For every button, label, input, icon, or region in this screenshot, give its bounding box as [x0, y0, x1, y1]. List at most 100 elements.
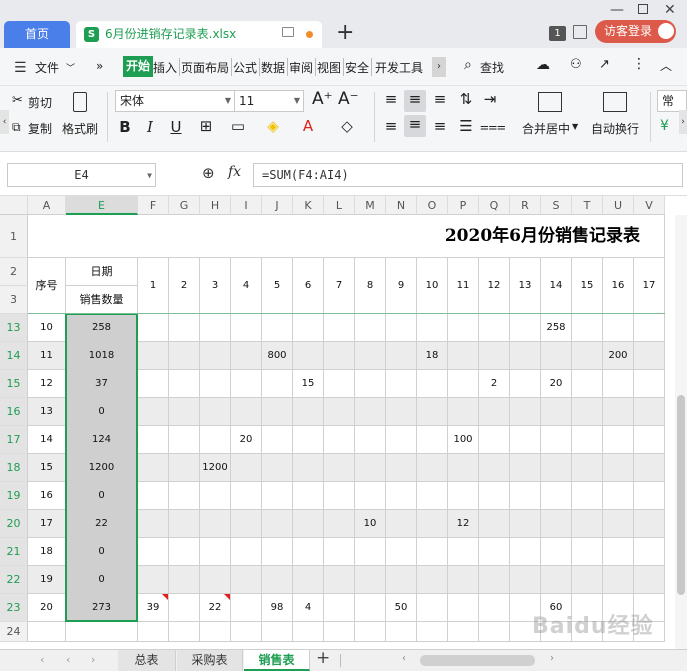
row-header[interactable]: 16 [0, 398, 28, 426]
day-value-cell[interactable] [231, 482, 262, 510]
menu-review[interactable]: 审阅 [289, 59, 313, 76]
header-day-cell[interactable]: 9 [386, 258, 417, 314]
seq-cell[interactable]: 10 [28, 314, 66, 342]
day-value-cell[interactable] [603, 314, 634, 342]
header-day-cell[interactable]: 11 [448, 258, 479, 314]
align-center-icon[interactable]: ≡ [404, 115, 426, 137]
day-value-cell[interactable] [138, 454, 169, 482]
day-value-cell[interactable] [541, 538, 572, 566]
day-value-cell[interactable] [169, 370, 200, 398]
seq-cell[interactable]: 14 [28, 426, 66, 454]
column-header[interactable]: H [200, 196, 231, 215]
day-value-cell[interactable] [169, 342, 200, 370]
seq-cell[interactable]: 16 [28, 482, 66, 510]
toolbar-left-icon[interactable]: ‹ [0, 110, 9, 134]
day-value-cell[interactable] [479, 314, 510, 342]
day-value-cell[interactable] [510, 482, 541, 510]
currency-icon[interactable]: ¥ [660, 118, 669, 134]
day-value-cell[interactable] [169, 510, 200, 538]
header-day-cell[interactable]: 12 [479, 258, 510, 314]
day-value-cell[interactable]: 100 [448, 426, 479, 454]
day-value-cell[interactable] [479, 566, 510, 594]
day-value-cell[interactable] [169, 482, 200, 510]
hamburger-icon[interactable]: ☰ [14, 60, 27, 76]
day-value-cell[interactable] [386, 538, 417, 566]
search-icon[interactable]: ⌕ [464, 57, 472, 73]
day-value-cell[interactable] [603, 566, 634, 594]
day-value-cell[interactable] [541, 426, 572, 454]
merge-center-icon[interactable] [538, 92, 562, 112]
day-value-cell[interactable] [355, 538, 386, 566]
column-header[interactable]: N [386, 196, 417, 215]
day-value-cell[interactable] [293, 482, 324, 510]
empty-cell[interactable] [479, 622, 510, 642]
minimize-icon[interactable]: — [610, 2, 624, 18]
day-value-cell[interactable] [293, 510, 324, 538]
format-painter-icon[interactable] [73, 92, 87, 112]
new-tab-button[interactable]: + [336, 19, 354, 47]
day-value-cell[interactable] [355, 566, 386, 594]
day-value-cell[interactable] [138, 566, 169, 594]
day-value-cell[interactable] [231, 314, 262, 342]
day-value-cell[interactable] [634, 482, 665, 510]
day-value-cell[interactable] [200, 482, 231, 510]
header-day-cell[interactable]: 5 [262, 258, 293, 314]
day-value-cell[interactable] [231, 566, 262, 594]
zoom-icon[interactable]: ⊕ [202, 164, 215, 182]
day-value-cell[interactable] [386, 454, 417, 482]
column-header[interactable]: J [262, 196, 293, 215]
day-value-cell[interactable] [200, 510, 231, 538]
day-value-cell[interactable] [634, 510, 665, 538]
day-value-cell[interactable] [417, 538, 448, 566]
day-value-cell[interactable] [386, 510, 417, 538]
day-value-cell[interactable] [169, 426, 200, 454]
column-header[interactable]: I [231, 196, 262, 215]
day-value-cell[interactable] [324, 566, 355, 594]
font-color-icon[interactable]: A [298, 117, 318, 135]
day-value-cell[interactable] [510, 342, 541, 370]
day-value-cell[interactable] [262, 510, 293, 538]
header-day-cell[interactable]: 2 [169, 258, 200, 314]
day-value-cell[interactable] [417, 398, 448, 426]
day-value-cell[interactable] [262, 482, 293, 510]
sheet-title-cell[interactable]: 2020年6月份销售记录表 [28, 215, 665, 258]
day-value-cell[interactable]: 258 [541, 314, 572, 342]
day-value-cell[interactable] [541, 482, 572, 510]
row-header[interactable]: 13 [0, 314, 28, 342]
day-value-cell[interactable] [572, 482, 603, 510]
row-header[interactable]: 17 [0, 426, 28, 454]
day-value-cell[interactable] [510, 566, 541, 594]
day-value-cell[interactable] [324, 482, 355, 510]
day-value-cell[interactable] [572, 566, 603, 594]
column-header[interactable]: A [28, 196, 66, 215]
day-value-cell[interactable]: 18 [417, 342, 448, 370]
day-value-cell[interactable]: 12 [448, 510, 479, 538]
empty-cell[interactable] [448, 622, 479, 642]
header-day-cell[interactable]: 1 [138, 258, 169, 314]
day-value-cell[interactable] [355, 426, 386, 454]
day-value-cell[interactable] [262, 454, 293, 482]
day-value-cell[interactable] [293, 398, 324, 426]
day-value-cell[interactable] [634, 454, 665, 482]
font-grow-icon[interactable]: A⁺ [312, 89, 333, 109]
day-value-cell[interactable] [448, 538, 479, 566]
day-value-cell[interactable] [479, 342, 510, 370]
day-value-cell[interactable] [169, 398, 200, 426]
day-value-cell[interactable] [293, 426, 324, 454]
day-value-cell[interactable] [634, 566, 665, 594]
day-value-cell[interactable] [510, 314, 541, 342]
function-icon[interactable]: fx [228, 164, 241, 180]
day-value-cell[interactable] [200, 426, 231, 454]
day-value-cell[interactable] [448, 566, 479, 594]
day-value-cell[interactable] [293, 454, 324, 482]
day-value-cell[interactable] [231, 594, 262, 622]
day-value-cell[interactable] [572, 398, 603, 426]
day-value-cell[interactable] [541, 398, 572, 426]
day-value-cell[interactable]: 4 [293, 594, 324, 622]
day-value-cell[interactable] [293, 342, 324, 370]
header-day-cell[interactable]: 7 [324, 258, 355, 314]
row-header[interactable]: 22 [0, 566, 28, 594]
day-value-cell[interactable] [324, 538, 355, 566]
seq-cell[interactable]: 13 [28, 398, 66, 426]
day-value-cell[interactable] [572, 370, 603, 398]
